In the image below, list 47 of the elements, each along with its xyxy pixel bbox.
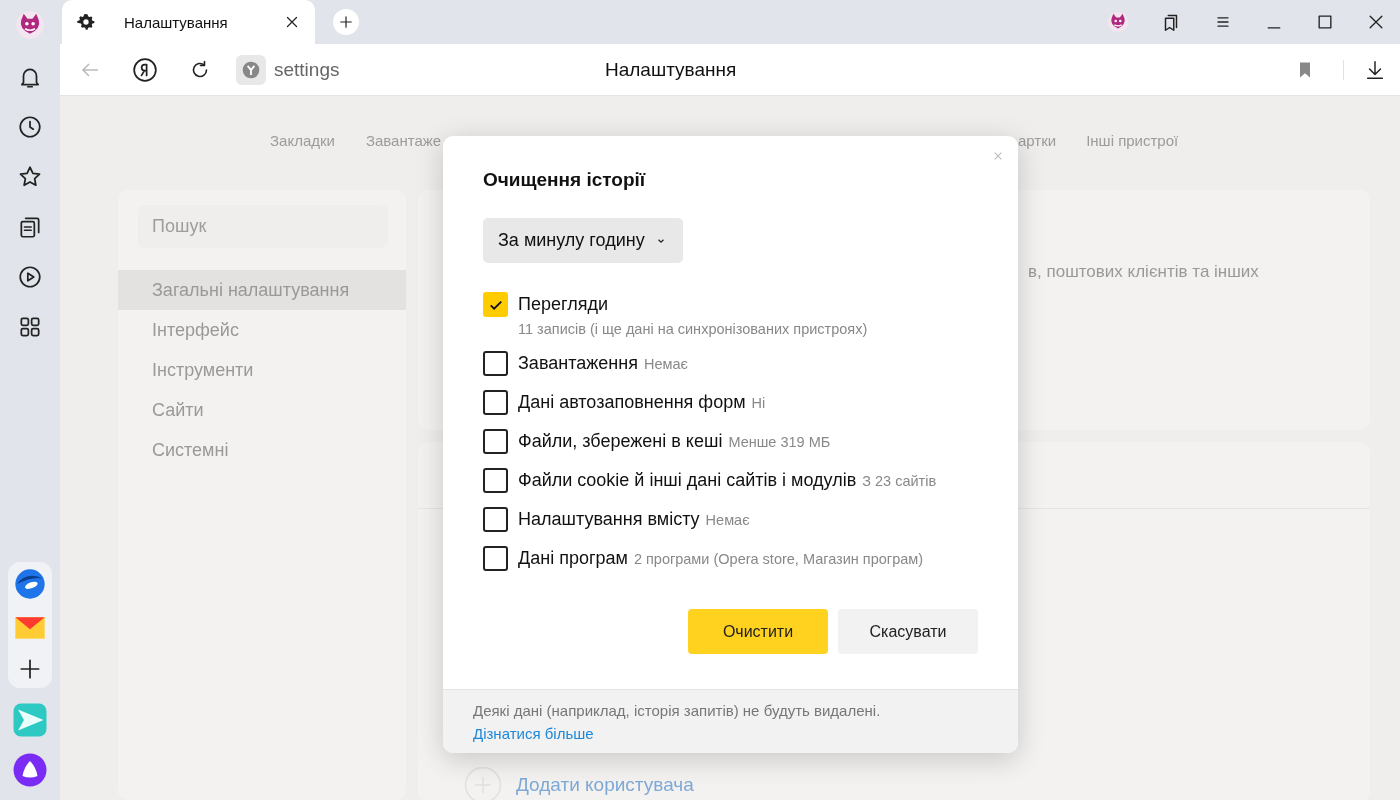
download-icon[interactable]	[1364, 58, 1386, 81]
option-label[interactable]: Дані програм	[518, 548, 628, 569]
cancel-button[interactable]: Скасувати	[838, 609, 978, 654]
dialog-title: Очищення історії	[483, 169, 647, 191]
option-label[interactable]: Завантаження	[518, 353, 638, 374]
clear-button[interactable]: Очистити	[688, 609, 828, 654]
page-title: Налаштування	[605, 58, 737, 81]
apps-icon[interactable]	[17, 314, 43, 340]
site-icon[interactable]	[236, 54, 266, 85]
plus-icon	[337, 13, 355, 31]
address-text[interactable]: settings	[274, 58, 340, 81]
play-icon[interactable]	[17, 264, 43, 290]
card-text: в, поштових клієнтів та інших	[1028, 262, 1259, 282]
checkbox[interactable]	[483, 468, 508, 493]
option-label[interactable]: Файли, збережені в кеші	[518, 431, 723, 452]
option-detail: Ні	[751, 395, 766, 411]
avatar-icon[interactable]	[1107, 11, 1129, 33]
period-dropdown[interactable]: За минулу годину	[483, 218, 683, 263]
option-detail: Немає	[705, 512, 750, 528]
new-tab-button[interactable]	[333, 9, 359, 35]
option-label[interactable]: Дані автозаповнення форм	[518, 392, 746, 413]
option-detail: З 23 сайтів	[862, 473, 937, 489]
globe-icon[interactable]	[14, 568, 46, 600]
learn-more-link[interactable]: Дізнатися більше	[473, 725, 594, 742]
checkbox[interactable]	[483, 429, 508, 454]
checkbox[interactable]	[483, 351, 508, 376]
clock-icon[interactable]	[17, 114, 43, 140]
y-logo-icon	[241, 59, 261, 80]
option-label[interactable]: Налаштування вмісту	[518, 509, 700, 530]
gear-icon	[76, 12, 96, 32]
collections-icon[interactable]	[17, 214, 43, 240]
browser-tab[interactable]: Налаштування	[62, 0, 315, 44]
yandex-icon[interactable]	[132, 56, 158, 83]
option-label[interactable]: Файли cookie й інші дані сайтів і модулів	[518, 470, 857, 491]
tab-title: Налаштування	[124, 13, 229, 31]
option-detail: 2 програми (Opera store, Магазин програм)	[633, 551, 924, 567]
footer-note: Деякі дані (наприклад, історія запитів) не будуть видалені.	[473, 701, 882, 721]
option-detail: Менше 319 МБ	[728, 434, 831, 450]
avatar-icon[interactable]	[15, 10, 45, 40]
option-detail: Немає	[643, 356, 688, 372]
assistant-icon[interactable]	[12, 752, 48, 788]
checkbox[interactable]	[483, 507, 508, 532]
search-field[interactable]: Пошук	[138, 205, 388, 248]
option-detail: 11 записів (і ще дані на синхронізованих пристроях)	[518, 321, 868, 337]
checkbox[interactable]	[483, 390, 508, 415]
checkbox[interactable]	[483, 546, 508, 571]
option-label[interactable]: Перегляди	[518, 294, 868, 315]
